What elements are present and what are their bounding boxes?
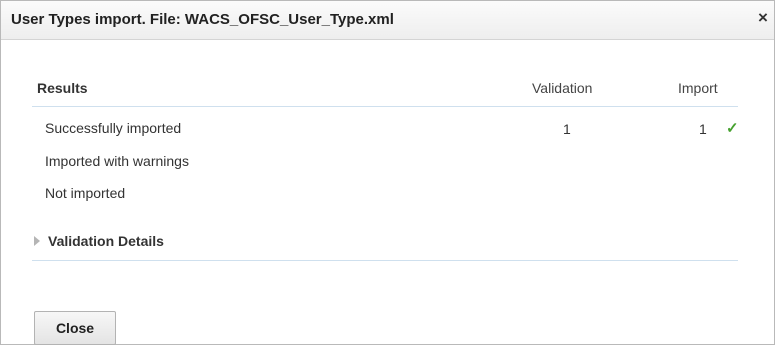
- expand-triangle-icon: [34, 236, 40, 246]
- validation-column-header: Validation: [532, 80, 593, 96]
- validation-details-toggle[interactable]: Validation Details: [34, 233, 164, 249]
- import-dialog: User Types import. File: WACS_OFSC_User_…: [0, 0, 775, 345]
- dialog-titlebar: User Types import. File: WACS_OFSC_User_…: [1, 1, 774, 40]
- details-divider: [32, 260, 738, 261]
- results-header: Results: [37, 80, 88, 96]
- close-button[interactable]: Close: [34, 311, 116, 345]
- dialog-title: User Types import. File: WACS_OFSC_User_…: [11, 11, 394, 28]
- row-label-imported-with-warnings: Imported with warnings: [45, 153, 189, 169]
- check-icon: ✓: [726, 120, 739, 137]
- validation-details-label: Validation Details: [48, 233, 164, 249]
- header-divider: [32, 106, 738, 107]
- close-icon[interactable]: ×: [754, 8, 772, 28]
- import-column-header: Import: [678, 80, 718, 96]
- row-label-successfully-imported: Successfully imported: [45, 120, 182, 136]
- row-label-not-imported: Not imported: [45, 185, 126, 201]
- validation-count-successfully-imported: 1: [563, 121, 571, 137]
- import-count-successfully-imported: 1: [699, 121, 707, 137]
